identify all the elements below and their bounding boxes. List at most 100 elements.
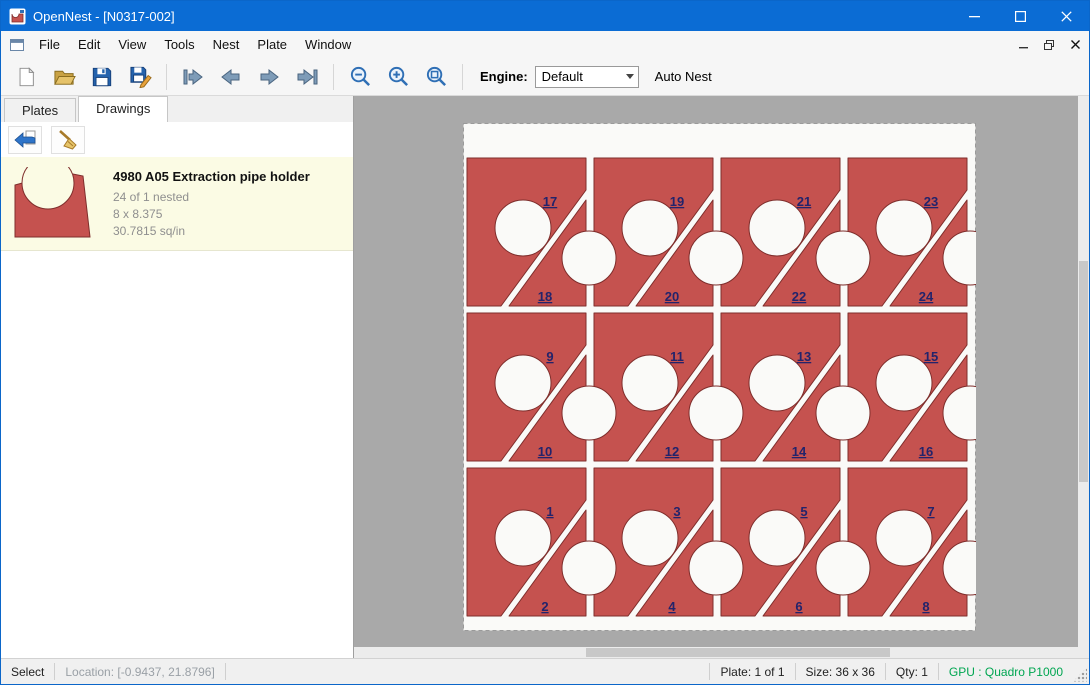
part-number-label: 5	[800, 504, 807, 519]
drawing-list-item[interactable]: 4980 A05 Extraction pipe holder 24 of 1 …	[1, 157, 353, 251]
nav-last-icon	[295, 66, 319, 88]
assign-plate-button[interactable]	[8, 126, 42, 154]
minimize-icon	[969, 11, 980, 22]
status-mode: Select	[1, 665, 54, 679]
part-number-label: 10	[538, 444, 552, 459]
status-plate: Plate: 1 of 1	[710, 665, 794, 679]
titlebar[interactable]: OpenNest - [N0317-002]	[1, 1, 1089, 31]
part-number-label: 20	[665, 289, 679, 304]
part-number-label: 15	[924, 349, 938, 364]
drawing-title: 4980 A05 Extraction pipe holder	[113, 169, 310, 184]
clean-broom-icon	[56, 129, 80, 151]
nav-first-icon	[181, 66, 205, 88]
part-number-label: 19	[670, 194, 684, 209]
mdi-close-button[interactable]	[1063, 34, 1087, 56]
save-as-button[interactable]	[121, 61, 159, 93]
part-number-label: 12	[665, 444, 679, 459]
zoom-fit-icon	[425, 65, 448, 88]
window-maximize-button[interactable]	[997, 1, 1043, 31]
nest-plate[interactable]: 171819202122232491011121314151612345678	[463, 123, 976, 631]
menu-edit[interactable]: Edit	[69, 32, 109, 57]
engine-dropdown[interactable]: Default	[535, 66, 639, 88]
horizontal-scrollbar[interactable]	[354, 647, 1078, 658]
menu-file[interactable]: File	[30, 32, 69, 57]
status-qty: Qty: 1	[886, 665, 938, 679]
drawing-item-info: 4980 A05 Extraction pipe holder 24 of 1 …	[113, 165, 310, 240]
mdi-minimize-button[interactable]	[1011, 34, 1035, 56]
part-number-label: 2	[541, 599, 548, 614]
part-number-label: 18	[538, 289, 552, 304]
next-plate-button[interactable]	[250, 61, 288, 93]
part-number-label: 8	[922, 599, 929, 614]
clean-button[interactable]	[51, 126, 85, 154]
part-number-label: 23	[924, 194, 938, 209]
zoom-in-icon	[387, 65, 410, 88]
window-close-button[interactable]	[1043, 1, 1089, 31]
horizontal-scrollbar-thumb[interactable]	[586, 648, 890, 657]
tab-drawings[interactable]: Drawings	[78, 96, 168, 122]
resize-grip[interactable]	[1073, 668, 1087, 682]
toolbar-separator	[462, 64, 463, 90]
mdi-document-icon[interactable]	[8, 36, 26, 54]
drawing-size: 8 x 8.375	[113, 206, 310, 223]
save-button[interactable]	[83, 61, 121, 93]
menu-view[interactable]: View	[109, 32, 155, 57]
menu-tools[interactable]: Tools	[155, 32, 203, 57]
save-icon	[91, 66, 113, 88]
zoom-out-icon	[349, 65, 372, 88]
part-notch	[816, 541, 870, 595]
part-thumbnail	[9, 165, 101, 240]
menu-plate[interactable]: Plate	[248, 32, 296, 57]
zoom-in-button[interactable]	[379, 61, 417, 93]
menu-window[interactable]: Window	[296, 32, 360, 57]
part-number-label: 17	[543, 194, 557, 209]
nest-canvas[interactable]: 171819202122232491011121314151612345678	[354, 96, 1089, 658]
part-notch	[816, 231, 870, 285]
part-notch	[816, 386, 870, 440]
panel-tabs: Plates Drawings	[1, 96, 353, 122]
window-title: OpenNest - [N0317-002]	[33, 9, 175, 24]
left-panel: Plates Drawings	[1, 96, 354, 658]
mdi-restore-button[interactable]	[1037, 34, 1061, 56]
save-edit-icon	[129, 65, 152, 88]
engine-value: Default	[542, 69, 583, 84]
last-plate-button[interactable]	[288, 61, 326, 93]
toolbar-separator	[333, 64, 334, 90]
part-number-label: 24	[919, 289, 934, 304]
part-number-label: 16	[919, 444, 933, 459]
part-notch	[495, 355, 551, 411]
part-notch	[689, 386, 743, 440]
menu-nest[interactable]: Nest	[204, 32, 249, 57]
app-icon[interactable]	[9, 8, 26, 25]
dropdown-caret-button[interactable]	[622, 67, 638, 87]
scrollbar-corner	[1078, 647, 1089, 658]
part-number-label: 11	[670, 349, 684, 364]
minimize-icon	[1019, 40, 1028, 49]
vertical-scrollbar-thumb[interactable]	[1079, 261, 1088, 481]
part-number-label: 13	[797, 349, 811, 364]
part-notch	[876, 510, 932, 566]
app-body: Plates Drawings	[1, 96, 1089, 658]
auto-nest-button[interactable]: Auto Nest	[655, 69, 712, 84]
prev-plate-button[interactable]	[212, 61, 250, 93]
zoom-out-button[interactable]	[341, 61, 379, 93]
part-number-label: 6	[795, 599, 802, 614]
part-number-label: 4	[668, 599, 676, 614]
drawing-list-empty-area[interactable]	[1, 251, 353, 658]
status-location: Location: [-0.9437, 21.8796]	[55, 665, 224, 679]
app-window: OpenNest - [N0317-002] File Edit View To…	[0, 0, 1090, 685]
part-notch	[562, 231, 616, 285]
tab-plates[interactable]: Plates	[4, 98, 76, 122]
part-notch	[749, 510, 805, 566]
part-notch	[622, 510, 678, 566]
part-notch	[562, 541, 616, 595]
window-minimize-button[interactable]	[951, 1, 997, 31]
vertical-scrollbar[interactable]	[1078, 96, 1089, 647]
toolbar-separator	[166, 64, 167, 90]
zoom-fit-button[interactable]	[417, 61, 455, 93]
first-plate-button[interactable]	[174, 61, 212, 93]
open-button[interactable]	[45, 61, 83, 93]
drawing-area: 30.7815 sq/in	[113, 223, 310, 240]
main-toolbar: Engine: Default Auto Nest	[1, 58, 1089, 96]
new-button[interactable]	[7, 61, 45, 93]
